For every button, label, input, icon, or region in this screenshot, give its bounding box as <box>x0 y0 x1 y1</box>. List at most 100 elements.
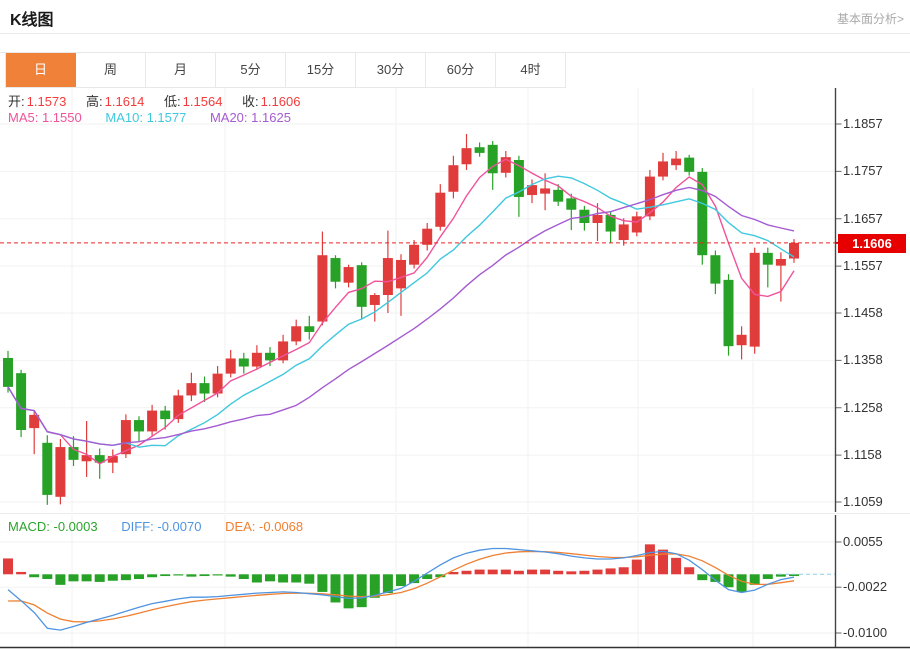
macd-bar <box>671 558 681 574</box>
candle <box>317 255 327 321</box>
macd-bar <box>226 574 236 576</box>
candle <box>252 353 262 367</box>
macd-bar <box>252 574 262 582</box>
macd-bar <box>344 574 354 608</box>
tab-5min[interactable]: 5分 <box>216 53 286 87</box>
macd-bar <box>278 574 288 582</box>
macd-bar <box>239 574 249 579</box>
close-label: 收: <box>242 94 259 109</box>
macd-bar <box>514 571 524 575</box>
main-y-tick-label: 1.1059 <box>843 494 883 510</box>
macd-bar <box>69 574 79 581</box>
macd-bar <box>265 574 275 581</box>
main-y-tick-label: 1.1458 <box>843 305 883 321</box>
macd-bar <box>304 574 314 583</box>
candle <box>750 253 760 347</box>
macd-chart-canvas[interactable] <box>0 515 910 650</box>
candle <box>776 259 786 266</box>
macd-legend: MACD: -0.0003 DIFF: -0.0070 DEA: -0.0068 <box>8 519 303 534</box>
candle <box>304 326 314 332</box>
macd-bar <box>684 567 694 574</box>
candle <box>475 147 485 153</box>
ma10-label: MA10: <box>105 110 143 125</box>
macd-bar <box>213 574 223 575</box>
candle <box>82 455 92 461</box>
candle <box>291 326 301 341</box>
tab-15min[interactable]: 15分 <box>286 53 356 87</box>
macd-bar <box>540 570 550 575</box>
macd-bar <box>645 544 655 574</box>
macd-bar <box>173 574 183 575</box>
candle <box>619 224 629 240</box>
macd-bar <box>475 570 485 575</box>
macd-y-tick-label: -0.0022 <box>843 579 887 595</box>
page-title: K线图 <box>10 6 54 30</box>
tab-30min[interactable]: 30分 <box>356 53 426 87</box>
main-y-tick-label: 1.1557 <box>843 258 883 274</box>
period-tabbar: 日 周 月 5分 15分 30分 60分 4时 <box>5 52 566 88</box>
candle <box>344 267 354 283</box>
pane-divider <box>0 513 910 514</box>
kline-widget: K线图 基本面分析> 日 周 月 5分 15分 30分 60分 4时 开:1.1… <box>0 0 910 650</box>
macd-y-tick-label: -0.0100 <box>843 625 887 641</box>
candle <box>108 456 118 463</box>
macd-bar <box>501 570 511 575</box>
ma-legend: MA5: 1.1550 MA10: 1.1577 MA20: 1.1625 <box>8 110 291 125</box>
macd-bar <box>357 574 367 607</box>
ma10-value: 1.1577 <box>147 110 187 125</box>
macd-bar <box>317 574 327 592</box>
macd-bar <box>606 568 616 574</box>
candle <box>724 280 734 346</box>
main-y-tick-label: 1.1857 <box>843 116 883 132</box>
candle <box>671 159 681 166</box>
candle <box>396 260 406 288</box>
tab-week[interactable]: 周 <box>76 53 146 87</box>
macd-bar <box>697 574 707 580</box>
candle <box>3 358 13 387</box>
macd-value: -0.0003 <box>54 519 98 534</box>
candle <box>331 258 341 282</box>
dea-value: -0.0068 <box>259 519 303 534</box>
main-chart-canvas[interactable] <box>0 88 910 512</box>
macd-bar <box>55 574 65 585</box>
high-label: 高: <box>86 94 103 109</box>
ma20-label: MA20: <box>210 110 248 125</box>
tab-60min[interactable]: 60分 <box>426 53 496 87</box>
low-label: 低: <box>164 94 181 109</box>
main-y-tick-label: 1.1258 <box>843 400 883 416</box>
candle <box>435 193 445 227</box>
macd-bar <box>3 558 13 574</box>
ma20-line <box>8 188 794 446</box>
high-value: 1.1614 <box>105 94 145 109</box>
candle <box>462 148 472 164</box>
fundamental-analysis-link[interactable]: 基本面分析> <box>837 10 904 27</box>
last-price-badge: 1.1606 <box>838 234 906 253</box>
diff-label: DIFF: <box>121 519 154 534</box>
open-label: 开: <box>8 94 25 109</box>
tab-day[interactable]: 日 <box>6 53 76 87</box>
macd-bar <box>186 574 196 576</box>
macd-bar <box>527 570 537 575</box>
dea-label: DEA: <box>225 519 255 534</box>
ohlc-legend: 开:1.1573 高:1.1614 低:1.1564 收:1.1606 <box>8 91 316 110</box>
ma20-value: 1.1625 <box>251 110 291 125</box>
macd-bar <box>108 574 118 580</box>
tab-month[interactable]: 月 <box>146 53 216 87</box>
candle <box>160 411 170 420</box>
candle <box>370 295 380 305</box>
macd-label: MACD: <box>8 519 50 534</box>
tab-4hour[interactable]: 4时 <box>496 53 565 87</box>
macd-bar <box>593 570 603 575</box>
candle <box>55 447 65 497</box>
candle <box>186 383 196 395</box>
candle <box>553 190 563 202</box>
macd-bar <box>383 574 393 593</box>
title-divider <box>0 33 910 34</box>
candle <box>710 255 720 283</box>
macd-bar <box>160 574 170 576</box>
macd-bar <box>16 572 26 574</box>
candle <box>265 353 275 361</box>
main-y-tick-label: 1.1757 <box>843 163 883 179</box>
macd-bar <box>291 574 301 582</box>
candle <box>737 335 747 345</box>
